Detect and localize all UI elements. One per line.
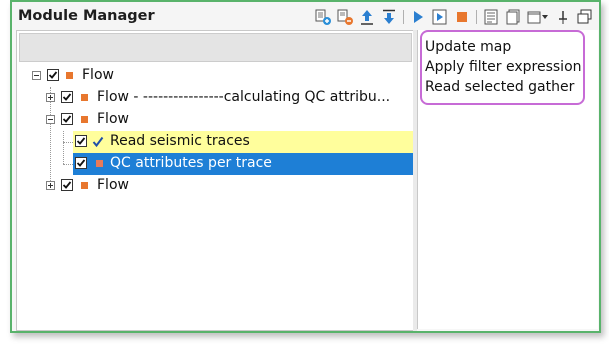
float-icon[interactable] (577, 9, 593, 25)
stop-icon[interactable] (454, 9, 470, 25)
remove-module-icon[interactable] (337, 9, 353, 25)
flow-icon (81, 116, 88, 123)
collapse-icon[interactable] (32, 71, 41, 80)
title-bar: Module Manager (12, 2, 599, 30)
flow-icon (81, 94, 88, 101)
module-checkbox[interactable] (61, 179, 73, 191)
module-checkbox[interactable] (61, 113, 73, 125)
module-checkbox[interactable] (61, 91, 73, 103)
tree-row-flow[interactable]: Flow (17, 175, 414, 197)
menu-item-read-selected-gather[interactable]: Read selected gather (425, 77, 583, 97)
module-checkbox[interactable] (75, 157, 87, 169)
tree-row-module-selected[interactable]: QC attributes per trace (73, 153, 414, 175)
run-icon[interactable] (410, 9, 426, 25)
toolbar (315, 8, 593, 26)
expand-icon[interactable] (46, 181, 55, 190)
toolbar-separator (403, 10, 404, 24)
properties-icon[interactable] (483, 9, 499, 25)
copy-icon[interactable] (505, 9, 521, 25)
tree-guide-line (63, 164, 73, 165)
move-down-icon[interactable] (381, 9, 397, 25)
module-checkbox[interactable] (75, 135, 87, 147)
tree-row-label: QC attributes per trace (110, 155, 272, 171)
tree-guide-line (63, 131, 64, 164)
flow-icon (81, 182, 88, 189)
menu-item-update-map[interactable]: Update map (425, 37, 583, 57)
tree-row-label: Flow (97, 177, 129, 193)
collapse-icon[interactable] (46, 115, 55, 124)
tree-row-flow[interactable]: Flow (17, 109, 414, 131)
window-menu-icon[interactable] (527, 9, 549, 25)
actions-pane: Update map Apply filter expression Read … (417, 30, 598, 329)
done-check-icon (92, 134, 104, 153)
actions-menu: Update map Apply filter expression Read … (420, 30, 585, 105)
tree-row-label: Read seismic traces (110, 133, 250, 149)
expand-icon[interactable] (46, 93, 55, 102)
module-manager-window: Module Manager Flow Flow - -------------… (10, 0, 601, 333)
module-checkbox[interactable] (47, 69, 59, 81)
pin-icon[interactable] (555, 9, 571, 25)
tree-row-label: Flow (82, 67, 114, 83)
menu-item-apply-filter-expression[interactable]: Apply filter expression (425, 57, 583, 77)
tree-row-flow[interactable]: Flow - ----------------calculating QC at… (17, 87, 414, 109)
toolbar-separator (476, 10, 477, 24)
move-up-icon[interactable] (359, 9, 375, 25)
window-title: Module Manager (18, 8, 155, 24)
tree-guide-line (63, 142, 73, 143)
add-module-icon[interactable] (315, 9, 331, 25)
tree-row-flow[interactable]: Flow (17, 65, 414, 87)
module-tree-pane: Flow Flow - ----------------calculating … (16, 30, 415, 331)
tree-row-label: Flow (97, 111, 129, 127)
flow-icon (66, 72, 73, 79)
tree-row-module[interactable]: Read seismic traces (73, 131, 414, 153)
module-icon (96, 160, 103, 167)
filter-input[interactable] (19, 33, 412, 62)
run-step-icon[interactable] (432, 9, 448, 25)
tree-row-label: Flow - ----------------calculating QC at… (97, 89, 391, 105)
